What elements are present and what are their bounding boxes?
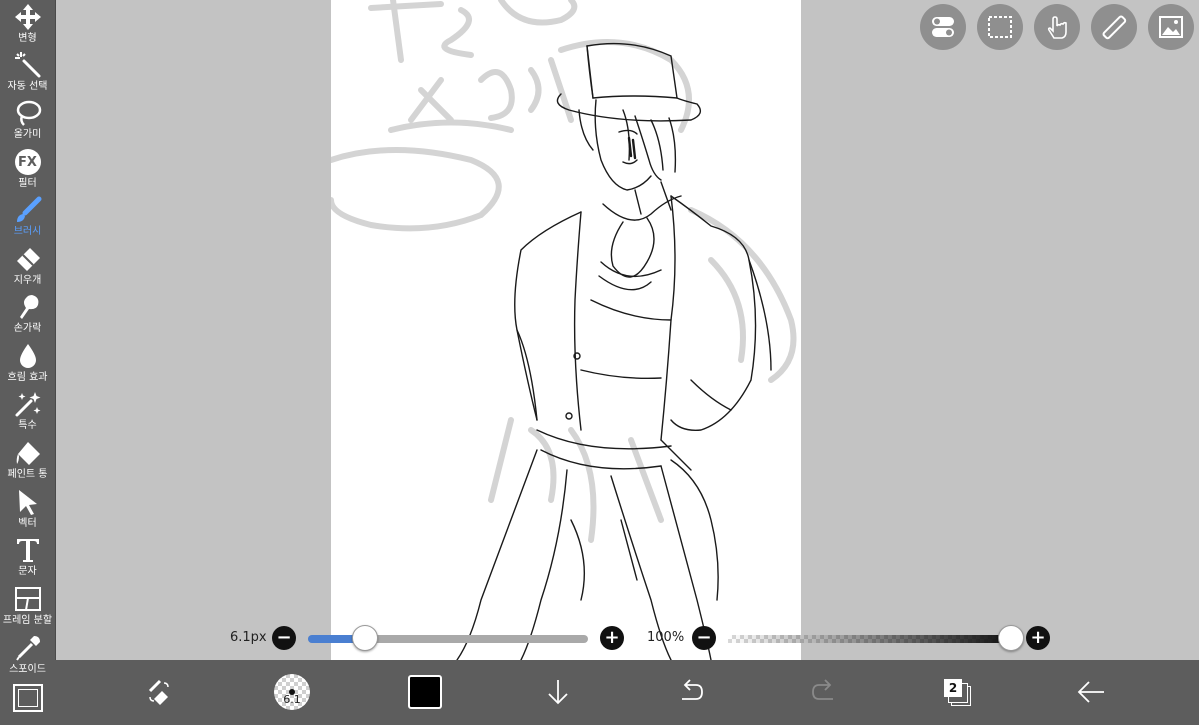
settings-toggle-button[interactable] [920, 4, 966, 50]
redo-icon [812, 679, 833, 700]
arrow-down-icon [548, 680, 568, 705]
tool-label: 문자 [18, 566, 37, 577]
smudge-finger-icon [13, 292, 43, 322]
brush-size-value: 6.1px [230, 630, 267, 645]
eraser-icon [13, 244, 43, 274]
tool-frame-divide[interactable]: 프레임 분할 [0, 584, 55, 632]
tool-label: 흐림 효과 [7, 372, 48, 383]
download-button[interactable] [538, 672, 578, 712]
brush-size-decrease-button[interactable]: − [272, 626, 296, 650]
blur-drop-icon [13, 341, 43, 371]
tool-label: 올가미 [13, 129, 42, 140]
brush-opacity-thumb[interactable] [998, 625, 1024, 651]
layers-button[interactable]: 2 [937, 672, 977, 712]
ruler-button[interactable] [1091, 4, 1137, 50]
tool-auto-select[interactable]: 자동 선택 [0, 50, 55, 98]
tool-label: 프레임 분할 [2, 615, 53, 626]
ruler-icon [1102, 15, 1127, 40]
special-sparkle-icon [13, 389, 43, 419]
brush-size-increase-button[interactable]: + [600, 626, 624, 650]
tool-label: 브러시 [13, 226, 42, 237]
layers-icon: 2 [943, 678, 971, 706]
left-toolbar: 변형 자동 선택 올가미 FX 필터 브러시 지우개 손가락 흐림 효과 특수 … [0, 0, 56, 725]
fx-badge: FX [14, 149, 41, 175]
tool-label: 페인트 통 [7, 469, 48, 480]
tool-brush[interactable]: 브러시 [0, 195, 55, 243]
hand-pointer-icon [1047, 16, 1067, 39]
brush-opacity-value: 100% [647, 630, 685, 645]
tool-eyedropper[interactable]: 스포이드 [0, 633, 55, 681]
tool-label: 손가락 [13, 323, 42, 334]
vector-pointer-icon [13, 487, 43, 517]
brush-icon [13, 195, 43, 225]
paint-bucket-icon [13, 438, 43, 468]
move-arrows-icon [13, 2, 43, 32]
toggle-icon [932, 17, 954, 37]
touch-gesture-button[interactable] [1034, 4, 1080, 50]
fx-icon: FX [13, 147, 43, 177]
current-color-swatch [408, 675, 442, 709]
text-t-icon [13, 535, 43, 565]
brush-opacity-increase-button[interactable]: + [1026, 626, 1050, 650]
tool-special[interactable]: 특수 [0, 389, 55, 437]
brush-opacity-slider[interactable] [728, 635, 1010, 643]
eyedropper-icon [13, 633, 43, 663]
brush-size-thumb[interactable] [352, 625, 378, 651]
tool-text[interactable]: 문자 [0, 535, 55, 583]
layer-count: 2 [944, 679, 962, 697]
material-image-button[interactable] [1148, 4, 1194, 50]
undo-icon [682, 679, 703, 700]
brush-eraser-swap-icon [148, 679, 169, 705]
tool-label: 변형 [18, 33, 37, 44]
undo-button[interactable] [671, 672, 711, 712]
brush-opacity-decrease-button[interactable]: − [692, 626, 716, 650]
lasso-icon [13, 98, 43, 128]
magic-wand-icon [13, 50, 43, 80]
sketch-artwork [331, 0, 797, 660]
arrow-left-icon [1077, 681, 1104, 703]
selection-dashed-icon [988, 16, 1012, 38]
tool-vector[interactable]: 벡터 [0, 487, 55, 535]
canvas-frame-icon[interactable] [13, 684, 43, 712]
tool-blur[interactable]: 흐림 효과 [0, 341, 55, 389]
tool-label: 특수 [18, 420, 37, 431]
brush-preview-size: 6.1 [283, 692, 301, 706]
image-icon [1159, 16, 1183, 38]
brush-size-preview-button[interactable]: 6.1 [272, 672, 312, 712]
tool-label: 자동 선택 [7, 81, 48, 92]
selection-button[interactable] [977, 4, 1023, 50]
tool-lasso[interactable]: 올가미 [0, 98, 55, 146]
tool-filter[interactable]: FX 필터 [0, 147, 55, 195]
tool-label: 필터 [18, 178, 37, 189]
quick-tools-button[interactable] [139, 672, 179, 712]
tool-label: 벡터 [18, 518, 37, 529]
bottom-toolbar: 6.1 2 [55, 660, 1199, 725]
tool-label: 스포이드 [9, 664, 46, 675]
drawing-canvas[interactable] [331, 0, 801, 660]
color-picker-button[interactable] [405, 672, 445, 712]
brush-settings-row: 6.1px − + 100% − + [55, 622, 1199, 654]
tool-transform[interactable]: 변형 [0, 2, 55, 50]
tool-paint-bucket[interactable]: 페인트 통 [0, 438, 55, 486]
brush-preview-circle: 6.1 [274, 674, 310, 710]
frame-divide-icon [13, 584, 43, 614]
tool-eraser[interactable]: 지우개 [0, 244, 55, 292]
redo-button[interactable] [804, 672, 844, 712]
brush-size-slider[interactable] [308, 635, 588, 643]
back-button[interactable] [1071, 672, 1111, 712]
tool-label: 지우개 [13, 275, 42, 286]
tool-smudge[interactable]: 손가락 [0, 292, 55, 340]
